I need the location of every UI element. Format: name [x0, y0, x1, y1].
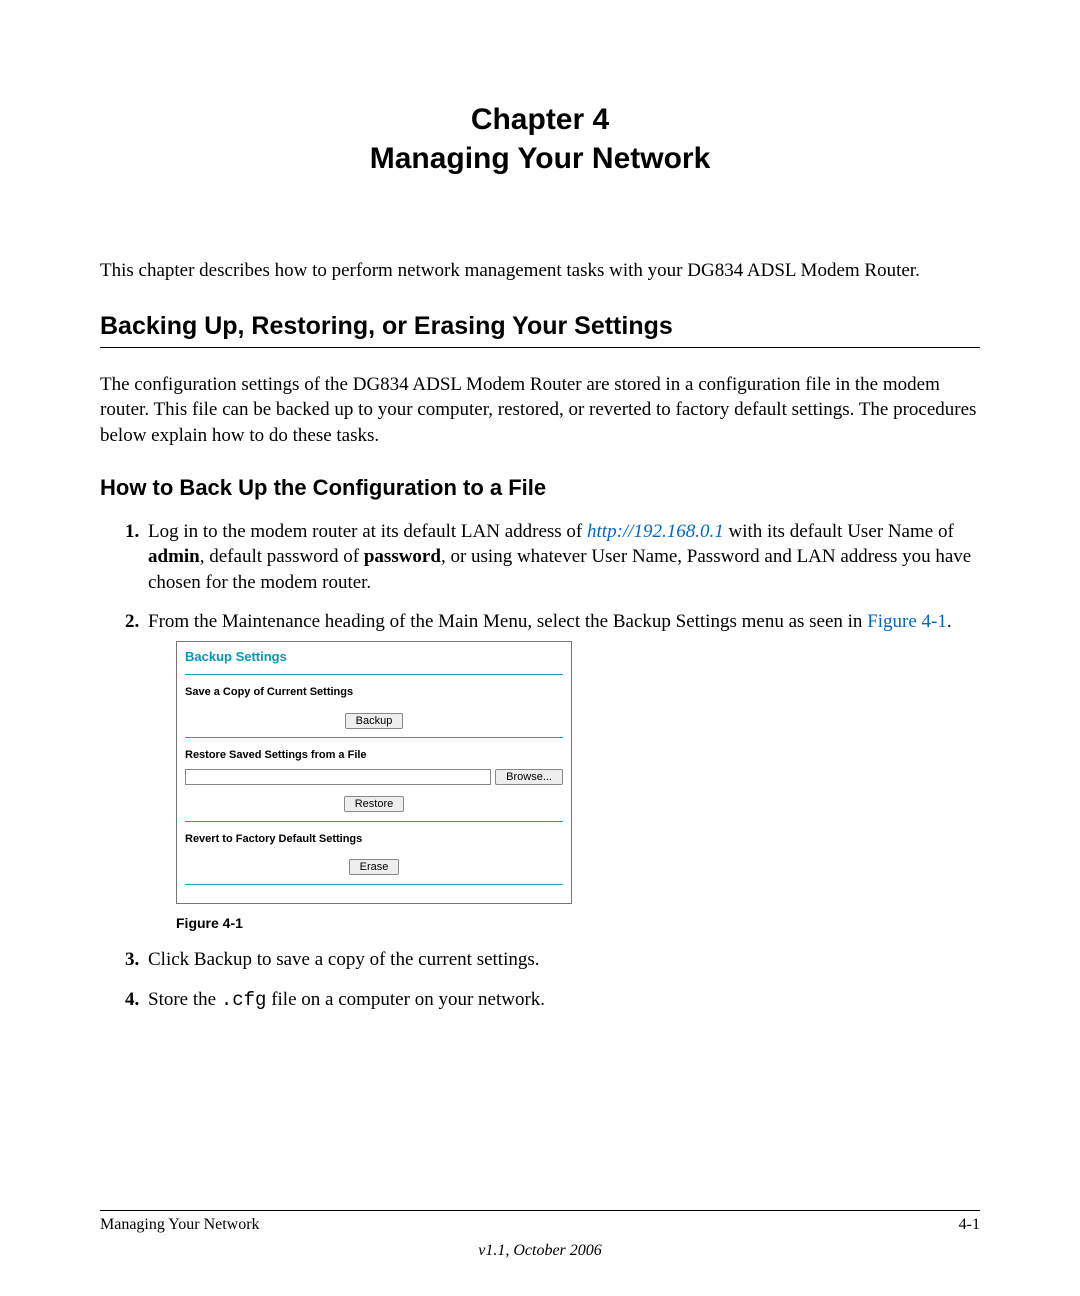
figure-divider — [185, 737, 563, 738]
browse-button[interactable]: Browse... — [495, 769, 563, 785]
footer-left: Managing Your Network — [100, 1216, 260, 1234]
step-2-text-b: . — [947, 611, 952, 632]
steps-list: Log in to the modem router at its defaul… — [100, 519, 980, 1014]
chapter-intro: This chapter describes how to perform ne… — [100, 258, 980, 284]
figure-heading: Backup Settings — [185, 648, 563, 666]
chapter-name: Managing Your Network — [100, 139, 980, 178]
step-1: Log in to the modem router at its defaul… — [144, 519, 980, 596]
save-copy-label: Save a Copy of Current Settings — [185, 685, 563, 700]
backup-button[interactable]: Backup — [345, 713, 404, 729]
revert-label: Revert to Factory Default Settings — [185, 832, 563, 847]
footer-version: v1.1, October 2006 — [100, 1242, 980, 1260]
figure-caption: Figure 4-1 — [176, 914, 980, 933]
chapter-title: Chapter 4 Managing Your Network — [100, 100, 980, 178]
page-footer: Managing Your Network 4-1 v1.1, October … — [100, 1210, 980, 1260]
figure-divider — [185, 821, 563, 822]
step-1-text-a: Log in to the modem router at its defaul… — [148, 521, 587, 542]
step-3: Click Backup to save a copy of the curre… — [144, 947, 980, 973]
figure-divider — [185, 674, 563, 675]
username-admin: admin — [148, 546, 200, 567]
footer-rule — [100, 1210, 980, 1211]
erase-button[interactable]: Erase — [349, 859, 400, 875]
step-2-text-a: From the Maintenance heading of the Main… — [148, 611, 867, 632]
password-word: password — [364, 546, 441, 567]
step-1-text-b: with its default User Name of — [724, 521, 954, 542]
backup-settings-figure: Backup Settings Save a Copy of Current S… — [176, 641, 572, 904]
step-4-text-a: Store the — [148, 989, 221, 1010]
lan-address-link[interactable]: http://192.168.0.1 — [587, 521, 724, 542]
restore-button[interactable]: Restore — [344, 796, 405, 812]
section-heading: Backing Up, Restoring, or Erasing Your S… — [100, 312, 980, 341]
step-1-text-c: , default password of — [200, 546, 364, 567]
footer-right: 4-1 — [959, 1216, 980, 1234]
section-body: The configuration settings of the DG834 … — [100, 372, 980, 449]
figure-divider — [185, 884, 563, 885]
section-rule — [100, 347, 980, 348]
figure-reference[interactable]: Figure 4-1 — [867, 611, 947, 632]
step-2: From the Maintenance heading of the Main… — [144, 609, 980, 933]
step-4-text-b: file on a computer on your network. — [266, 989, 545, 1010]
step-4: Store the .cfg file on a computer on you… — [144, 987, 980, 1014]
chapter-number: Chapter 4 — [100, 100, 980, 139]
restore-file-input[interactable] — [185, 769, 491, 785]
subsection-heading: How to Back Up the Configuration to a Fi… — [100, 475, 980, 501]
cfg-extension: .cfg — [221, 989, 267, 1011]
restore-label: Restore Saved Settings from a File — [185, 748, 563, 763]
